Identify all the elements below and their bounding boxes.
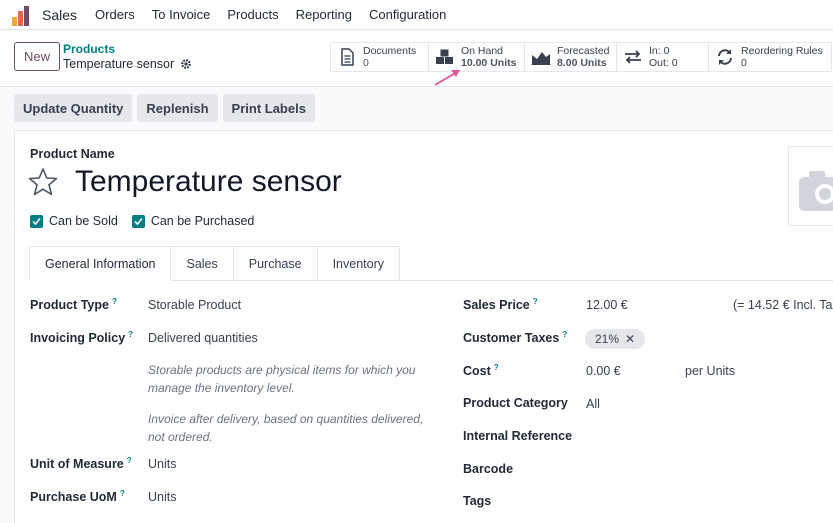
nav-to-invoice[interactable]: To Invoice [152, 7, 211, 22]
print-labels-button[interactable]: Print Labels [222, 94, 315, 122]
tab-general-information[interactable]: General Information [29, 246, 172, 281]
price-incl-tax: (= 14.52 € Incl. Tax [733, 298, 833, 312]
help-icon[interactable]: ? [120, 489, 125, 498]
help-icon[interactable]: ? [112, 297, 117, 306]
cost-label-text: Cost [463, 364, 491, 379]
product-category-label: Product Category [463, 396, 568, 410]
sales-app-icon[interactable] [12, 4, 34, 26]
uom-label: Unit of Measure? [30, 456, 132, 471]
product-form-sheet: Product Name Temperature sensor Can be S… [14, 130, 833, 523]
forecasted-smart-button[interactable]: Forecasted 8.00 Units [525, 43, 617, 71]
in-count: In: 0 [649, 45, 670, 57]
nav-orders[interactable]: Orders [95, 7, 135, 22]
help-icon[interactable]: ? [127, 456, 132, 465]
invoicing-policy-label: Invoicing Policy? [30, 330, 133, 345]
can-be-sold-label: Can be Sold [49, 214, 118, 228]
help-icon[interactable]: ? [533, 297, 538, 306]
checkbox-row: Can be Sold Can be Purchased [30, 214, 268, 228]
nav-products[interactable]: Products [227, 7, 278, 22]
out-count: Out: 0 [649, 57, 678, 69]
exchange-icon [625, 50, 641, 64]
help-icon[interactable]: ? [128, 330, 133, 339]
reordering-count: 0 [741, 57, 747, 69]
product-image[interactable] [788, 146, 833, 226]
refresh-icon [718, 49, 732, 65]
internal-reference-label: Internal Reference [463, 429, 573, 443]
on-hand-value: 10.00 Units [461, 57, 517, 69]
product-name-input[interactable]: Temperature sensor [75, 165, 342, 199]
tags-label: Tags [463, 494, 492, 508]
on-hand-label: On Hand [461, 45, 504, 57]
product-type-label-text: Product Type [30, 298, 109, 313]
replenish-button[interactable]: Replenish [137, 94, 218, 122]
can-be-purchased-checkbox[interactable] [131, 214, 145, 228]
control-panel: New Products Temperature sensor Document… [0, 31, 833, 87]
smart-buttons: Documents 0 On Hand 10.00 Units Forecast… [330, 42, 832, 72]
reordering-rules-smart-button[interactable]: Reordering Rules 0 [709, 43, 831, 71]
update-quantity-button[interactable]: Update Quantity [14, 94, 133, 122]
forecasted-label: Forecasted [557, 45, 610, 57]
star-icon[interactable] [28, 167, 58, 197]
record-name: Temperature sensor [63, 57, 192, 71]
breadcrumb-products[interactable]: Products [63, 42, 115, 56]
sales-price-label: Sales Price? [463, 297, 538, 312]
gear-icon[interactable] [180, 58, 192, 70]
nav-configuration[interactable]: Configuration [369, 7, 446, 22]
in-out-smart-button[interactable]: In: 0 Out: 0 [617, 43, 709, 71]
can-be-purchased-label: Can be Purchased [150, 214, 255, 228]
uom-field[interactable]: Units [148, 457, 176, 471]
customer-taxes-label-text: Customer Taxes [463, 331, 560, 346]
forecasted-value: 8.00 Units [557, 57, 607, 69]
top-navbar: Sales Orders To Invoice Products Reporti… [0, 0, 833, 30]
tab-purchase[interactable]: Purchase [233, 246, 318, 281]
product-type-select[interactable]: Storable Product [148, 298, 241, 312]
remove-tag-icon[interactable]: ✕ [625, 332, 635, 346]
help-icon[interactable]: ? [562, 330, 567, 339]
documents-smart-button[interactable]: Documents 0 [331, 43, 429, 71]
help-icon[interactable]: ? [494, 363, 499, 372]
invoicing-policy-label-text: Invoicing Policy [30, 331, 126, 346]
tax-tag[interactable]: 21% ✕ [585, 329, 646, 349]
reordering-label: Reordering Rules [741, 45, 823, 57]
area-chart-icon [531, 52, 551, 65]
app-name[interactable]: Sales [42, 7, 77, 23]
sales-price-label-text: Sales Price [463, 298, 530, 313]
barcode-label: Barcode [463, 462, 514, 476]
invoicing-policy-select[interactable]: Delivered quantities [148, 331, 258, 345]
cost-input[interactable]: 0.00 € [586, 364, 621, 378]
product-type-label: Product Type? [30, 297, 117, 312]
customer-taxes-label: Customer Taxes? [463, 330, 567, 345]
tab-inventory[interactable]: Inventory [317, 246, 400, 281]
cost-unit: per Units [685, 364, 736, 378]
camera-icon [799, 171, 833, 211]
form-tabs: General Information Sales Purchase Inven… [29, 246, 400, 281]
sales-price-input[interactable]: 12.00 € [586, 298, 628, 312]
purchase-uom-label-text: Purchase UoM [30, 490, 117, 505]
document-icon [341, 48, 354, 66]
annotation-arrow-icon [434, 70, 460, 86]
purchase-uom-field[interactable]: Units [148, 490, 176, 504]
invoice-help-text: Invoice after delivery, based on quantit… [148, 412, 424, 444]
can-be-sold-checkbox[interactable] [30, 214, 43, 228]
purchase-uom-label: Purchase UoM? [30, 489, 125, 504]
tax-tag-label: 21% [595, 332, 620, 346]
tab-sales[interactable]: Sales [171, 246, 234, 281]
record-name-text: Temperature sensor [63, 57, 175, 71]
product-name-label: Product Name [30, 147, 115, 161]
storable-help-text: Storable products are physical items for… [148, 363, 416, 395]
cost-label: Cost? [463, 363, 499, 378]
nav-reporting[interactable]: Reporting [296, 7, 352, 22]
documents-label: Documents [363, 45, 417, 57]
new-button[interactable]: New [14, 42, 60, 71]
uom-label-text: Unit of Measure [30, 457, 124, 472]
action-buttons: Update Quantity Replenish Print Labels [14, 94, 315, 122]
documents-count: 0 [363, 57, 369, 69]
product-category-select[interactable]: All [586, 397, 600, 411]
